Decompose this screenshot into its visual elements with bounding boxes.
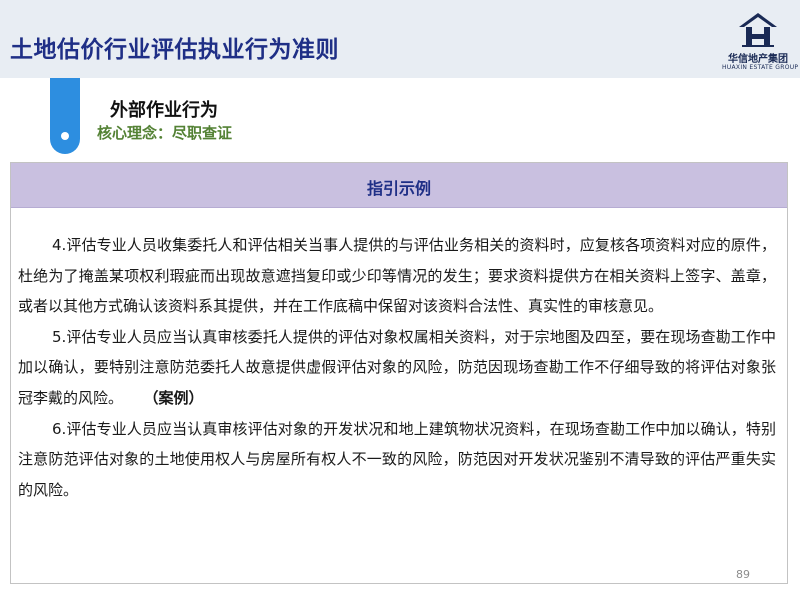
house-h-logo-icon (739, 13, 777, 47)
panel-header: 指引示例 (11, 163, 787, 208)
marker-dot-icon (61, 132, 69, 140)
page-title: 土地估价行业评估执业行为准则 (10, 37, 339, 63)
page-number: 89 (736, 568, 750, 581)
section-marker (50, 78, 80, 154)
company-logo: 华信地产集团 HUAXIN ESTATE GROUP (722, 12, 799, 76)
logo-name-cn: 华信地产集团 (728, 54, 788, 65)
guideline-paragraph-4: 4.评估专业人员收集委托人和评估相关当事人提供的与评估业务相关的资料时，应复核各… (18, 230, 776, 322)
paragraph-text: 4.评估专业人员收集委托人和评估相关当事人提供的与评估业务相关的资料时，应复核各… (18, 236, 776, 316)
panel-body: 4.评估专业人员收集委托人和评估相关当事人提供的与评估业务相关的资料时，应复核各… (18, 230, 776, 505)
case-link[interactable]: （案例） (151, 389, 204, 407)
guideline-paragraph-6: 6.评估专业人员应当认真审核评估对象的开发状况和地上建筑物状况资料，在现场查勘工… (18, 414, 776, 506)
logo-name-en: HUAXIN ESTATE GROUP (722, 64, 799, 71)
core-concept-label: 核心理念：尽职查证 (97, 124, 233, 142)
section-title: 外部作业行为 (110, 100, 218, 121)
paragraph-text: 5.评估专业人员应当认真审核委托人提供的评估对象权属相关资料，对于宗地图及四至，… (18, 327, 776, 407)
guideline-paragraph-5: 5.评估专业人员应当认真审核委托人提供的评估对象权属相关资料，对于宗地图及四至，… (18, 322, 776, 414)
paragraph-text: 6.评估专业人员应当认真审核评估对象的开发状况和地上建筑物状况资料，在现场查勘工… (18, 419, 776, 499)
panel-header-title: 指引示例 (366, 179, 431, 198)
header-bar: 土地估价行业评估执业行为准则 华信地产集团 HUAXIN ESTATE GROU… (0, 0, 800, 78)
